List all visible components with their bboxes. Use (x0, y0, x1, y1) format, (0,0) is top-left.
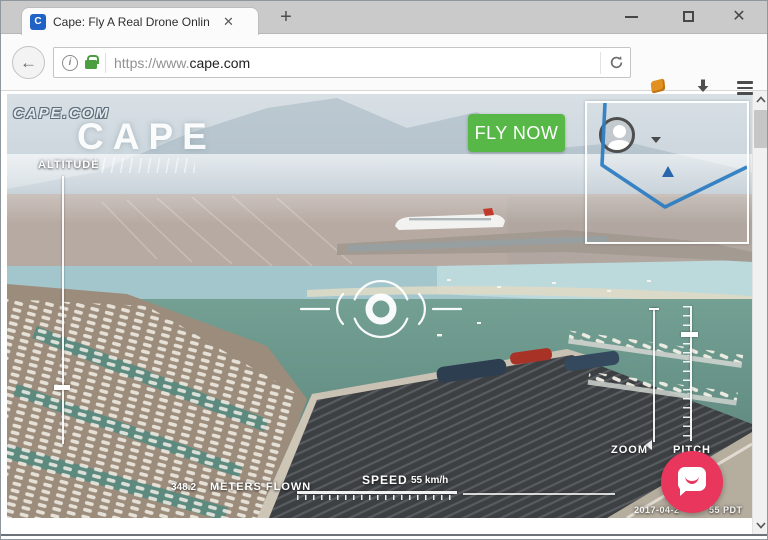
back-button[interactable]: ← (12, 46, 45, 79)
altitude-scale-ticks (95, 158, 195, 173)
chat-widget-button[interactable] (661, 451, 723, 513)
maximize-button[interactable] (666, 1, 710, 32)
speed-ruler-extension (463, 493, 615, 495)
pitch-indicator-handle[interactable] (681, 332, 698, 337)
scroll-up-button[interactable] (753, 91, 768, 108)
zoom-ruler (653, 308, 655, 442)
speed-ruler-ticks (297, 495, 457, 500)
reload-button[interactable] (600, 52, 624, 74)
download-icon (695, 78, 711, 94)
menu-button[interactable] (737, 81, 753, 95)
tab-close-icon[interactable]: ✕ (223, 14, 234, 30)
zoom-ruler-cap (649, 308, 659, 310)
altitude-ruler (62, 176, 64, 444)
download-button[interactable] (695, 78, 711, 99)
zoom-label: ZOOM (611, 444, 648, 456)
extension-button[interactable] (651, 80, 665, 92)
page-scrollbar[interactable] (752, 91, 768, 534)
address-bar[interactable]: i https://www.cape.com (53, 47, 631, 78)
minimize-icon (625, 16, 638, 18)
page-content: CAPE.COM CAPE ALTITUDE FLY NOW (1, 91, 752, 534)
close-icon: ✕ (732, 9, 745, 25)
reload-icon (609, 55, 624, 70)
maximize-icon (683, 11, 694, 22)
browser-tab[interactable]: C Cape: Fly A Real Drone Onlin ✕ (21, 7, 259, 35)
url-text[interactable]: https://www.cape.com (114, 55, 250, 71)
url-domain: cape.com (189, 55, 250, 71)
close-window-button[interactable]: ✕ (717, 1, 761, 32)
browser-window: C Cape: Fly A Real Drone Onlin ✕ + ✕ ← i… (0, 0, 768, 540)
scrollbar-thumb[interactable] (754, 110, 767, 148)
chevron-down-icon (756, 522, 766, 529)
page-info-icon[interactable]: i (62, 55, 78, 71)
https-lock-icon[interactable] (85, 60, 97, 69)
navigation-toolbar: ← i https://www.cape.com (1, 34, 767, 91)
flight-path-minimap[interactable] (585, 101, 749, 244)
pitch-ruler-ticks (683, 306, 690, 441)
fly-now-button[interactable]: FLY NOW (468, 114, 565, 152)
tab-title: Cape: Fly A Real Drone Onlin (53, 15, 219, 29)
window-bottom-edge (1, 534, 767, 540)
title-bar: C Cape: Fly A Real Drone Onlin ✕ + ✕ (1, 1, 767, 34)
speed-value: 55 km/h (411, 475, 448, 486)
url-scheme: https://www. (114, 55, 189, 71)
altitude-indicator-handle[interactable] (54, 385, 70, 390)
altitude-label: ALTITUDE (38, 159, 100, 171)
extension-icon (651, 78, 666, 93)
favicon-icon: C (30, 14, 46, 30)
meters-flown-value: 348.2 (171, 482, 196, 493)
new-tab-button[interactable]: + (273, 4, 299, 30)
site-logo-large: CAPE (77, 116, 216, 158)
minimize-button[interactable] (609, 1, 653, 32)
speed-label: SPEED (362, 473, 408, 487)
scroll-down-button[interactable] (753, 517, 768, 534)
chevron-up-icon (756, 96, 766, 103)
timestamp-right: 55 PDT (709, 505, 743, 515)
chat-bubble-icon (678, 467, 706, 491)
flight-path (587, 103, 747, 242)
menu-icon (737, 81, 753, 84)
drone-target-reticle (296, 274, 466, 349)
pitch-ruler (690, 306, 692, 441)
drone-video-view: CAPE.COM CAPE ALTITUDE FLY NOW (7, 94, 752, 518)
speed-ruler (297, 491, 457, 494)
divider (105, 53, 106, 73)
